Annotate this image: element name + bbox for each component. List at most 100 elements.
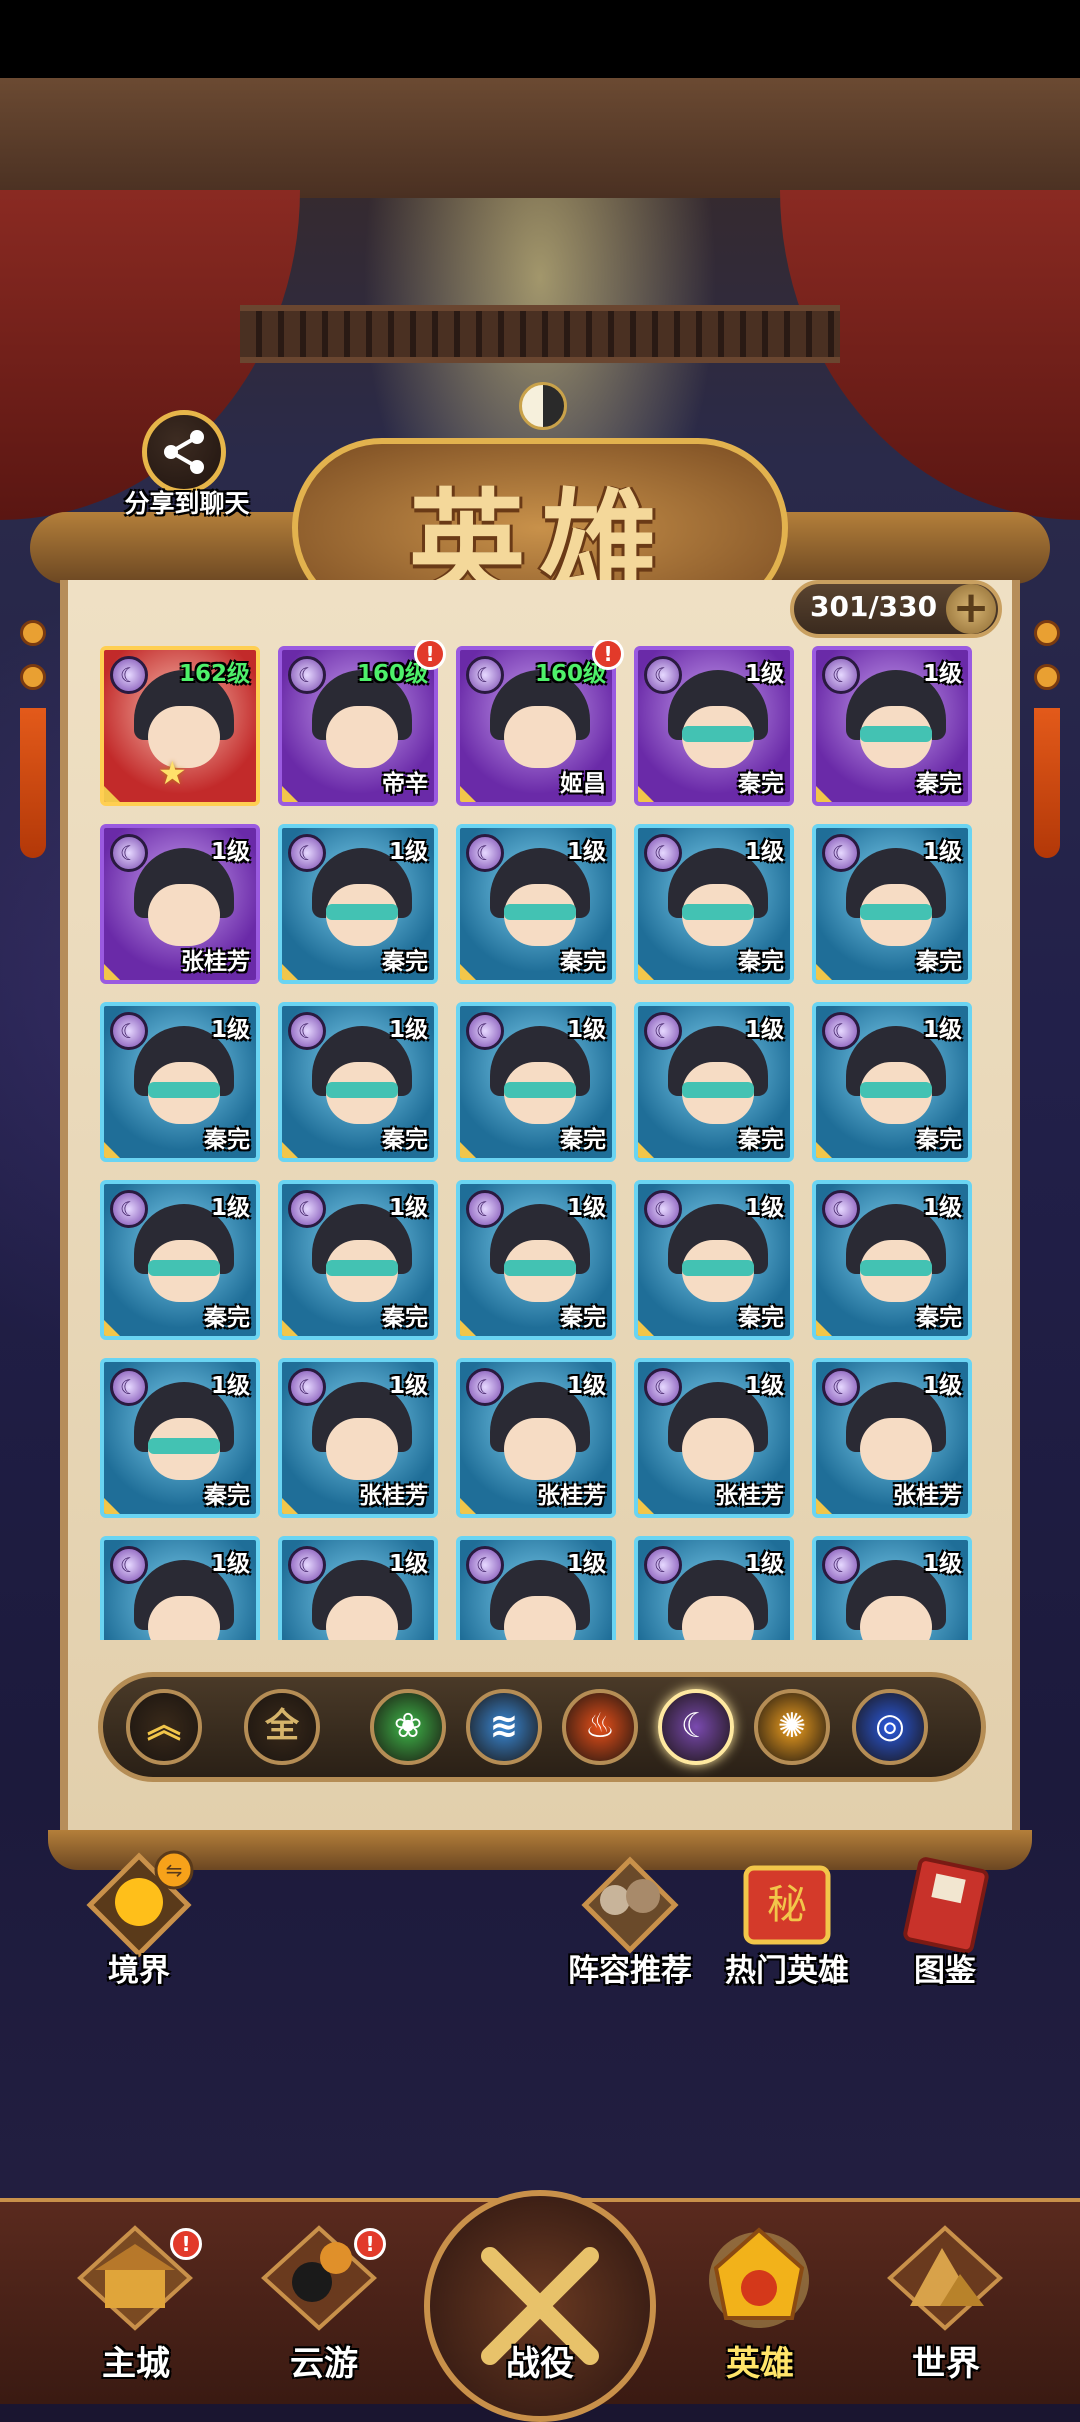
hero-card[interactable]: ☾ 1级 xyxy=(278,1536,438,1640)
hero-name: 帝辛 xyxy=(382,771,428,797)
hero-card[interactable]: ☾ 1级 xyxy=(812,1536,972,1640)
hero-grid: ☾ 162级 ★ ☾ 160级 帝辛! ☾ 160级 姬昌! ☾ 1级 秦完 ☾ 1级 秦完 ☾ 1级 张桂芳 ☾ 1… xyxy=(100,640,980,1640)
dark-element-icon: ☾ xyxy=(644,1368,682,1406)
rarity-corner xyxy=(460,964,476,980)
hero-slot: ☾ 1级 秦完 xyxy=(634,824,794,984)
rarity-corner xyxy=(816,1498,832,1514)
popular-heroes-button[interactable]: 秘 xyxy=(732,1850,842,1960)
hero-card[interactable]: ☾ 1级 秦完 xyxy=(812,1002,972,1162)
hero-level: 1级 xyxy=(388,839,428,865)
rarity-corner xyxy=(460,1320,476,1336)
rarity-corner xyxy=(282,786,298,802)
hero-card[interactable]: ☾ 1级 秦完 xyxy=(634,1002,794,1162)
hero-card[interactable]: ☾ 1级 秦完 xyxy=(456,824,616,984)
hero-name: 秦完 xyxy=(204,1127,250,1153)
hero-mask xyxy=(148,1260,220,1276)
hero-level: 1级 xyxy=(922,661,962,687)
hero-card[interactable]: ☾ 1级 秦完 xyxy=(812,824,972,984)
hero-card[interactable]: ☾ 1级 xyxy=(456,1536,616,1640)
hero-card[interactable]: ☾ 1级 张桂芳 xyxy=(634,1358,794,1518)
nav-world[interactable] xyxy=(880,2218,1010,2338)
hero-card[interactable]: ☾ 1级 张桂芳 xyxy=(456,1358,616,1518)
dark-element-icon: ☾ xyxy=(110,834,148,872)
rarity-corner xyxy=(460,1498,476,1514)
hero-card[interactable]: ☾ 1级 xyxy=(634,1536,794,1640)
expand-capacity-button[interactable]: + xyxy=(946,584,996,634)
hero-level: 1级 xyxy=(744,1017,784,1043)
hero-card[interactable]: ☾ 1级 秦完 xyxy=(456,1180,616,1340)
hero-face xyxy=(504,1596,576,1640)
dark-element-icon: ☾ xyxy=(822,1546,860,1584)
hero-level: 1级 xyxy=(210,1551,250,1577)
hero-slot: ☾ 1级 秦完 xyxy=(456,1180,616,1340)
nav-battle[interactable] xyxy=(424,2190,656,2422)
hero-card[interactable]: ☾ 1级 秦完 xyxy=(634,824,794,984)
hero-mask xyxy=(326,904,398,920)
hero-card[interactable]: ☾ 160级 帝辛 xyxy=(278,646,438,806)
hero-face xyxy=(682,1596,754,1640)
hero-slot: ☾ 1级 秦完 xyxy=(812,1180,972,1340)
filter-all-button[interactable]: 全 xyxy=(244,1689,320,1765)
hero-card[interactable]: ☾ 1级 秦完 xyxy=(100,1180,260,1340)
hero-mask xyxy=(860,726,932,742)
codex-button[interactable] xyxy=(890,1850,1000,1960)
dark-element-icon: ☾ xyxy=(288,1546,326,1584)
ceiling xyxy=(0,78,1080,198)
filter-water-button[interactable]: ≋ xyxy=(466,1689,542,1765)
hero-name: 张桂芳 xyxy=(715,1483,784,1509)
hero-name: 秦完 xyxy=(916,1305,962,1331)
hero-card[interactable]: ☾ 162级 ★ xyxy=(100,646,260,806)
hero-card[interactable]: ☾ 160级 姬昌 xyxy=(456,646,616,806)
hero-card[interactable]: ☾ 1级 秦完 xyxy=(456,1002,616,1162)
dark-element-icon: ☾ xyxy=(822,1012,860,1050)
hero-slot: ☾ 1级 xyxy=(634,1536,794,1640)
book-icon xyxy=(903,1857,989,1954)
dark-element-icon: ☾ xyxy=(288,1190,326,1228)
hero-card[interactable]: ☾ 1级 秦完 xyxy=(278,824,438,984)
rarity-corner xyxy=(638,1320,654,1336)
hero-level: 1级 xyxy=(922,1551,962,1577)
lineup-button[interactable] xyxy=(575,1850,685,1960)
hero-name: 张桂芳 xyxy=(181,949,250,975)
realm-button[interactable]: ⇋ xyxy=(84,1850,194,1960)
share-button[interactable] xyxy=(142,410,226,494)
hero-card[interactable]: ☾ 1级 秦完 xyxy=(634,1180,794,1340)
tassel-right xyxy=(1034,620,1060,890)
hero-card[interactable]: ☾ 1级 秦完 xyxy=(278,1002,438,1162)
nav-battle-label: 战役 xyxy=(506,2344,574,2384)
hero-mask xyxy=(860,904,932,920)
hero-card[interactable]: ☾ 1级 张桂芳 xyxy=(278,1358,438,1518)
rarity-corner xyxy=(104,1320,120,1336)
filter-light-button[interactable]: ✺ xyxy=(754,1689,830,1765)
filter-dark-button[interactable]: ☾ xyxy=(658,1689,734,1765)
hero-name: 秦完 xyxy=(916,949,962,975)
stage-railing xyxy=(240,305,840,363)
hero-card[interactable]: ☾ 1级 秦完 xyxy=(634,646,794,806)
hero-card[interactable]: ☾ 1级 秦完 xyxy=(812,646,972,806)
hero-slot: ☾ 1级 秦完 xyxy=(812,824,972,984)
tassel-left xyxy=(20,620,46,890)
filter-wind-button[interactable]: ◎ xyxy=(852,1689,928,1765)
hero-card[interactable]: ☾ 1级 xyxy=(100,1536,260,1640)
hero-card[interactable]: ☾ 1级 张桂芳 xyxy=(100,824,260,984)
hero-card[interactable]: ☾ 1级 秦完 xyxy=(812,1180,972,1340)
travel-alert-badge: ! xyxy=(354,2228,386,2260)
hero-card[interactable]: ☾ 1级 秦完 xyxy=(100,1358,260,1518)
hero-level: 162级 xyxy=(178,661,250,687)
filter-rank-sort-button[interactable]: ︽ xyxy=(126,1689,202,1765)
popular-heroes-icon: 秘 xyxy=(743,1865,831,1945)
nav-heroes[interactable] xyxy=(694,2218,824,2338)
hero-name: 秦完 xyxy=(738,1305,784,1331)
filter-wood-button[interactable]: ❀ xyxy=(370,1689,446,1765)
hero-card[interactable]: ☾ 1级 张桂芳 xyxy=(812,1358,972,1518)
rarity-corner xyxy=(816,964,832,980)
hero-card[interactable]: ☾ 1级 秦完 xyxy=(100,1002,260,1162)
hero-name: 秦完 xyxy=(916,1127,962,1153)
filter-fire-button[interactable]: ♨ xyxy=(562,1689,638,1765)
hero-slot: ☾ 1级 张桂芳 xyxy=(634,1358,794,1518)
nav-world-label: 世界 xyxy=(912,2344,980,2384)
hero-name: 张桂芳 xyxy=(359,1483,428,1509)
hero-card[interactable]: ☾ 1级 秦完 xyxy=(278,1180,438,1340)
hero-grid-viewport[interactable]: ☾ 162级 ★ ☾ 160级 帝辛! ☾ 160级 姬昌! ☾ 1级 秦完 ☾ 1级 秦完 ☾ 1级 张桂芳 ☾ 1… xyxy=(100,640,980,1640)
hero-mask xyxy=(148,1082,220,1098)
